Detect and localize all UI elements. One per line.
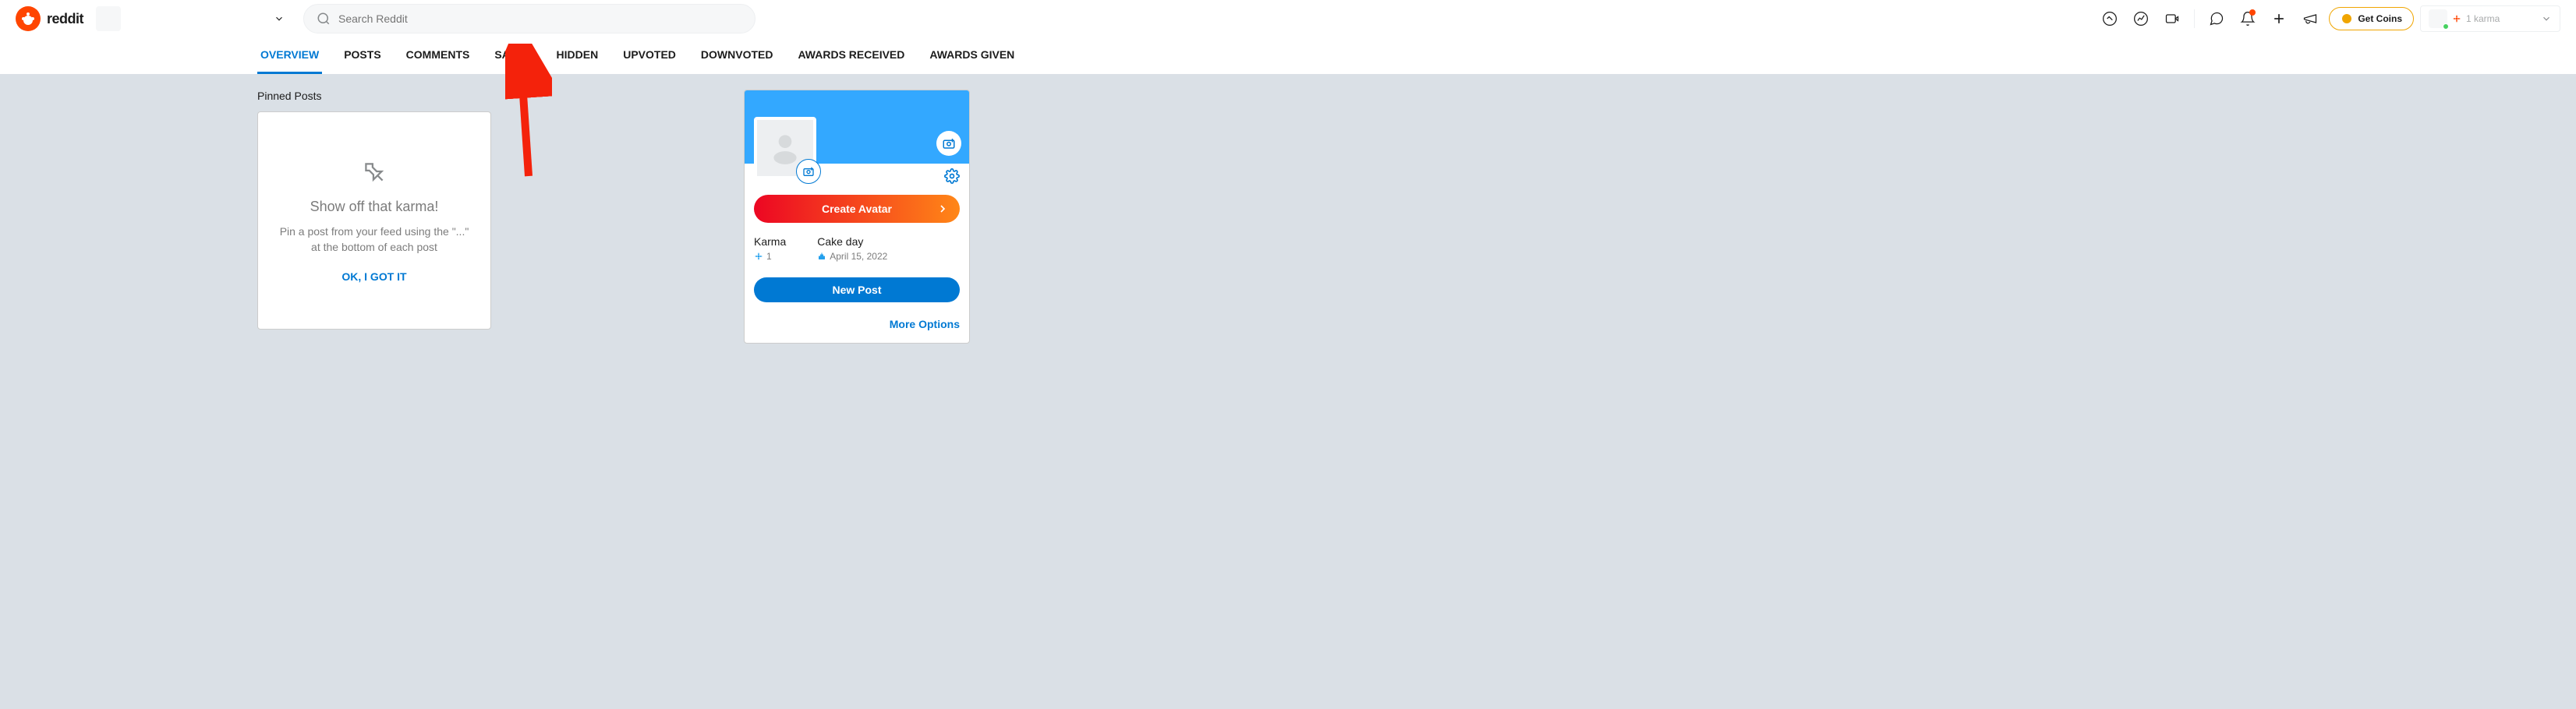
search-wrap (303, 4, 755, 34)
reddit-snoo-icon (16, 6, 41, 31)
tab-hidden[interactable]: HIDDEN (554, 37, 602, 74)
pinned-section-title: Pinned Posts (257, 90, 725, 102)
gear-icon (944, 168, 960, 184)
notifications-icon[interactable] (2235, 6, 2260, 31)
profile-tabs-bar: OVERVIEW POSTS COMMENTS SAVED HIDDEN UPVOTED D… (0, 37, 2576, 74)
tab-downvoted[interactable]: DOWNVOTED (698, 37, 777, 74)
all-icon[interactable] (2128, 6, 2153, 31)
karma-flower-icon (754, 252, 763, 261)
tab-awards-given[interactable]: AWARDS GIVEN (926, 37, 1017, 74)
ok-got-it-button[interactable]: OK, I GOT IT (341, 270, 406, 283)
coin-icon (2341, 12, 2353, 25)
get-coins-button[interactable]: Get Coins (2329, 7, 2414, 30)
chevron-down-icon (274, 13, 285, 24)
cakeday-stat: Cake day April 15, 2022 (817, 235, 887, 262)
user-avatar-icon (2429, 9, 2447, 28)
cakeday-value: April 15, 2022 (830, 251, 887, 262)
chevron-down-icon (2541, 13, 2552, 24)
main-column: Pinned Posts Show off that karma! Pin a … (257, 90, 725, 344)
divider (2194, 9, 2195, 28)
tab-upvoted[interactable]: UPVOTED (620, 37, 679, 74)
create-avatar-label: Create Avatar (822, 203, 892, 215)
search-input[interactable] (338, 12, 742, 25)
pinned-card-title: Show off that karma! (310, 199, 439, 215)
more-options-button[interactable]: More Options (754, 315, 960, 333)
chevron-right-icon (936, 203, 949, 215)
top-header: reddit Get Coins 1 karma (0, 0, 2576, 37)
cakeday-label: Cake day (817, 235, 887, 248)
karma-value: 1 (766, 251, 772, 262)
profile-card: Create Avatar Karma 1 Cake day (744, 90, 970, 344)
tab-posts[interactable]: POSTS (341, 37, 384, 74)
advertise-icon[interactable] (2298, 6, 2323, 31)
pin-icon (355, 152, 395, 192)
profile-avatar (754, 117, 816, 179)
search-bar[interactable] (303, 4, 755, 34)
add-banner-button[interactable] (936, 131, 961, 156)
cake-icon (817, 252, 826, 261)
community-dropdown[interactable] (267, 10, 291, 27)
sidebar-column: Create Avatar Karma 1 Cake day (744, 90, 970, 344)
live-icon[interactable] (2160, 6, 2185, 31)
create-avatar-button[interactable]: Create Avatar (754, 195, 960, 223)
karma-stat: Karma 1 (754, 235, 786, 262)
brand-logo[interactable]: reddit (16, 6, 83, 31)
profile-stats: Karma 1 Cake day April 15, 2022 (754, 235, 960, 262)
camera-plus-icon (942, 136, 956, 150)
profile-banner (745, 90, 969, 164)
search-icon (317, 12, 331, 26)
brand-text: reddit (47, 11, 83, 27)
pinned-card-desc: Pin a post from your feed using the "...… (277, 224, 472, 255)
tab-saved[interactable]: SAVED (491, 37, 534, 74)
pinned-posts-card: Show off that karma! Pin a post from you… (257, 111, 491, 330)
camera-plus-icon (802, 165, 815, 178)
karma-flower-icon (2452, 14, 2461, 23)
online-status-dot (2443, 23, 2449, 30)
add-avatar-button[interactable] (796, 159, 821, 184)
coins-label: Get Coins (2358, 13, 2402, 24)
new-post-button[interactable]: New Post (754, 277, 960, 302)
create-post-icon[interactable] (2266, 6, 2291, 31)
tab-comments[interactable]: COMMENTS (403, 37, 473, 74)
header-actions: Get Coins 1 karma (2097, 5, 2560, 32)
content-area: Pinned Posts Show off that karma! Pin a … (242, 74, 1177, 359)
profile-body: Create Avatar Karma 1 Cake day (745, 164, 969, 343)
chat-icon[interactable] (2204, 6, 2229, 31)
home-box[interactable] (96, 6, 121, 31)
user-karma-text: 1 karma (2466, 13, 2500, 24)
tab-awards-received[interactable]: AWARDS RECEIVED (794, 37, 908, 74)
popular-icon[interactable] (2097, 6, 2122, 31)
karma-label: Karma (754, 235, 786, 248)
profile-settings-button[interactable] (944, 168, 960, 188)
user-menu[interactable]: 1 karma (2420, 5, 2560, 32)
tab-overview[interactable]: OVERVIEW (257, 37, 322, 74)
